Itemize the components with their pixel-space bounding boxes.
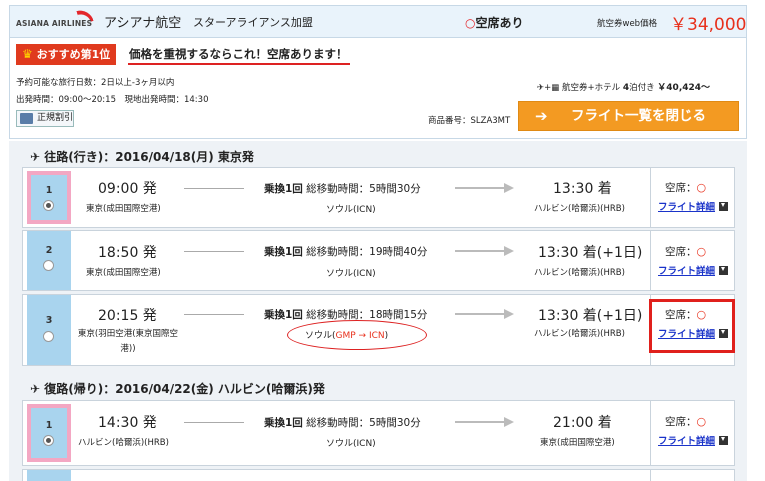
transfer-info: 乗換1回 総移動時間：19時間40分 xyxy=(264,246,428,258)
flight-index-selected[interactable]: 1 xyxy=(27,171,71,224)
seat-availability: ○空席あり xyxy=(465,16,524,30)
departure-airport: 東京(羽田空港(東京国際空港)) xyxy=(77,329,179,354)
route-line xyxy=(184,251,244,252)
crown-icon: ♛ xyxy=(22,47,33,61)
product-number: 商品番号：SLZA3MT xyxy=(428,116,511,126)
flight-index[interactable]: 3 xyxy=(27,295,71,365)
route-arrow-icon xyxy=(504,246,514,256)
seat-status: 空席：○ xyxy=(665,415,707,428)
departure-time: 20:15 発 xyxy=(98,308,157,324)
radio-unselected[interactable] xyxy=(43,331,54,342)
departure-airport: ハルビン(哈爾浜)(HRB) xyxy=(78,438,169,448)
expand-down-icon[interactable] xyxy=(719,202,729,211)
radio-unselected[interactable] xyxy=(43,260,54,271)
flight-detail-link[interactable]: フライト詳細 xyxy=(658,433,729,447)
flight-index-selected[interactable]: 1 xyxy=(27,404,71,462)
plane-hotel-icon: ✈+▦ xyxy=(537,83,560,93)
catchphrase: 価格を重視するならこれ！空席あります！ xyxy=(129,47,348,61)
departure-time: 18:50 発 xyxy=(98,245,157,261)
highlight-ellipse xyxy=(287,320,427,350)
route-line xyxy=(184,314,244,315)
route-arrow-icon xyxy=(504,309,514,319)
column-divider xyxy=(650,401,651,465)
arrival-airport: ハルビン(哈爾浜)(HRB) xyxy=(534,204,625,214)
departure-time: 14:30 発 xyxy=(98,415,157,431)
arrival-time: 21:00 着 xyxy=(553,415,612,431)
column-divider xyxy=(650,231,651,290)
arrival-time: 13:30 着(+1日) xyxy=(538,308,643,324)
departure-airport: 東京(成田国際空港) xyxy=(86,204,161,214)
route-line xyxy=(184,422,244,423)
flight-detail-link[interactable]: フライト詳細 xyxy=(658,263,729,277)
transfer-info: 乗換1回 総移動時間：5時間30分 xyxy=(264,417,421,429)
ranking-badge: ♛ おすすめ第1位 xyxy=(16,44,117,65)
airline-logo: ASIANA AIRLINES xyxy=(16,7,98,32)
column-divider xyxy=(650,470,651,481)
seat-status: 空席：○ xyxy=(665,181,707,194)
via-airport: ソウル(ICN) xyxy=(326,439,376,449)
arrival-airport: ハルビン(哈爾浜)(HRB) xyxy=(534,329,625,339)
seat-status: 空席：○ xyxy=(665,308,707,321)
catchphrase-underline xyxy=(128,63,350,65)
price: ￥34,000 xyxy=(670,15,747,35)
expand-down-icon[interactable] xyxy=(719,266,729,275)
route-arrow-icon xyxy=(504,183,514,193)
arrival-airport: 東京(成田国際空港) xyxy=(540,438,615,448)
hotel-plan-info[interactable]: ✈+▦ 航空券+ホテル 4泊付き ￥40,424～ xyxy=(537,80,710,93)
arrival-airport: ハルビン(哈爾浜)(HRB) xyxy=(534,268,625,278)
flight-row[interactable] xyxy=(22,469,735,481)
expand-down-icon[interactable] xyxy=(719,436,729,445)
flight-index[interactable]: 2 xyxy=(27,231,71,290)
travel-days-info: 予約可能な旅行日数：2日以上-3ヶ月以内 xyxy=(16,78,175,88)
departure-time: 09:00 発 xyxy=(98,181,157,197)
radio-selected[interactable] xyxy=(43,200,54,211)
route-line xyxy=(184,188,244,189)
route-arrow-bar xyxy=(455,421,505,423)
arrival-time: 13:30 着(+1日) xyxy=(538,245,643,261)
plane-takeoff-icon: ✈ xyxy=(30,150,41,164)
via-airport: ソウル(ICN) xyxy=(326,269,376,279)
ticket-icon xyxy=(20,113,33,124)
availability-circle-icon: ○ xyxy=(696,245,707,258)
price-label: 航空券web価格 xyxy=(597,19,658,29)
arrow-right-icon: ➔ xyxy=(535,107,548,125)
departure-time-info: 出発時間：09:00～20:15 現地出発時間：14:30 xyxy=(16,95,209,105)
availability-circle-icon: ○ xyxy=(465,16,476,30)
flight-detail-link[interactable]: フライト詳細 xyxy=(658,326,729,340)
plane-landing-icon: ✈ xyxy=(30,382,41,396)
availability-circle-icon: ○ xyxy=(696,308,707,321)
availability-circle-icon: ○ xyxy=(696,181,707,194)
route-arrow-bar xyxy=(455,250,505,252)
departure-airport: 東京(成田国際空港) xyxy=(86,268,161,278)
flight-detail-link[interactable]: フライト詳細 xyxy=(658,199,729,213)
expand-down-icon[interactable] xyxy=(719,329,729,338)
route-arrow-icon xyxy=(504,417,514,427)
arrival-time: 13:30 着 xyxy=(553,181,612,197)
availability-circle-icon: ○ xyxy=(696,415,707,428)
route-arrow-bar xyxy=(455,313,505,315)
seat-status: 空席：○ xyxy=(665,245,707,258)
fare-type-tag: 正規割引 xyxy=(16,110,74,127)
return-title: ✈ 復路(帰り)：2016/04/22(金) ハルビン(哈爾浜)発 xyxy=(30,382,325,396)
outbound-title: ✈ 往路(行き)：2016/04/18(月) 東京発 xyxy=(30,150,254,164)
alliance-label: スターアライアンス加盟 xyxy=(193,16,313,29)
route-arrow-bar xyxy=(455,187,505,189)
radio-selected[interactable] xyxy=(43,435,54,446)
flight-row[interactable] xyxy=(22,400,735,466)
via-airport: ソウル(ICN) xyxy=(326,205,376,215)
flight-index[interactable] xyxy=(27,470,71,481)
column-divider xyxy=(650,168,651,227)
transfer-info: 乗換1回 総移動時間：5時間30分 xyxy=(264,183,421,195)
airline-name: アシアナ航空 xyxy=(104,16,182,31)
close-flight-list-button[interactable]: ➔ フライト一覧を閉じる xyxy=(518,101,739,131)
